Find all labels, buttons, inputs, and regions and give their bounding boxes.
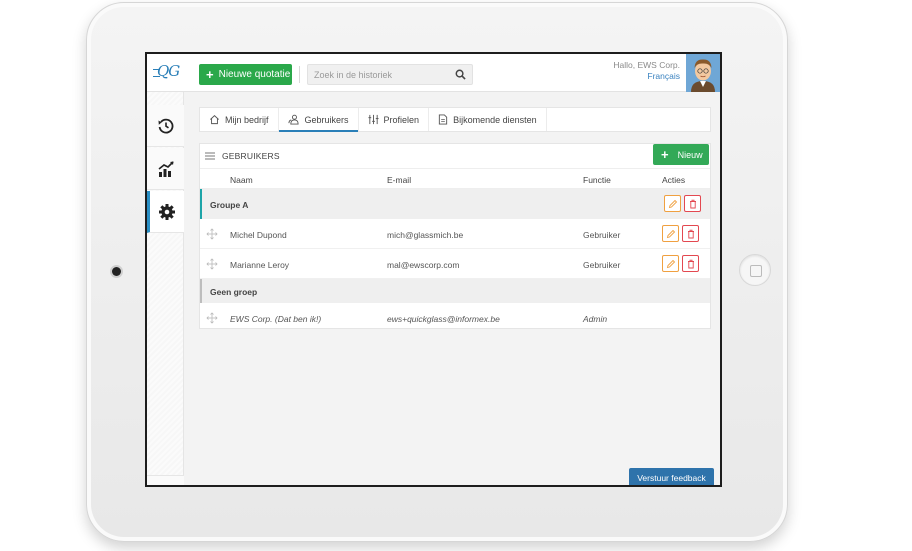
group-row: Geen groep bbox=[200, 279, 710, 303]
plus-icon: + bbox=[206, 67, 214, 82]
avatar-illustration bbox=[686, 54, 720, 92]
sidebar-item-settings[interactable] bbox=[147, 191, 184, 233]
column-header-name: Naam bbox=[230, 175, 253, 185]
tab-label: Gebruikers bbox=[304, 114, 349, 125]
document-icon bbox=[438, 114, 448, 125]
pencil-icon bbox=[668, 199, 677, 208]
new-user-label: Nieuw bbox=[677, 149, 703, 160]
drag-handle-icon[interactable] bbox=[206, 312, 218, 324]
user-name: Marianne Leroy bbox=[230, 260, 290, 270]
logo-text: QG bbox=[157, 62, 180, 80]
app-screen: QG + Nieuwe quotatie Hallo, EWS Corp. Fr… bbox=[145, 52, 722, 487]
user-email: mal@ewscorp.com bbox=[387, 260, 460, 270]
greeting-text: Hallo, EWS Corp. bbox=[613, 60, 680, 70]
tab-label: Bijkomende diensten bbox=[453, 114, 537, 125]
users-icon bbox=[288, 114, 299, 125]
column-header-function: Functie bbox=[583, 175, 611, 185]
trash-icon bbox=[687, 259, 694, 268]
home-button[interactable] bbox=[739, 254, 771, 286]
feedback-button[interactable]: Verstuur feedback bbox=[629, 468, 714, 485]
home-icon bbox=[210, 115, 219, 125]
pencil-icon bbox=[666, 229, 675, 238]
table-header: Naam E-mail Functie Acties bbox=[200, 168, 710, 189]
chart-icon bbox=[158, 160, 174, 177]
pencil-icon bbox=[666, 259, 675, 268]
panel-header: GEBRUIKERS + Nieuw bbox=[200, 144, 710, 168]
trash-icon bbox=[689, 199, 696, 208]
search-input[interactable] bbox=[308, 65, 448, 85]
history-icon bbox=[158, 118, 173, 133]
sliders-icon bbox=[367, 114, 379, 125]
drag-handle-icon[interactable] bbox=[206, 228, 218, 240]
tab-label: Mijn bedrijf bbox=[225, 114, 269, 125]
user-greeting: Hallo, EWS Corp. Français bbox=[613, 60, 680, 82]
new-quote-button[interactable]: + Nieuwe quotatie bbox=[199, 64, 292, 85]
new-user-button[interactable]: + Nieuw bbox=[653, 144, 709, 165]
user-name: EWS Corp. (Dat ben ik!) bbox=[230, 314, 322, 324]
help-icon: ? bbox=[159, 484, 171, 485]
sidebar-item-history[interactable] bbox=[147, 105, 184, 147]
top-bar: QG + Nieuwe quotatie Hallo, EWS Corp. Fr… bbox=[147, 54, 720, 92]
sidebar: ? bbox=[147, 92, 184, 485]
search-box bbox=[307, 64, 473, 85]
trash-icon bbox=[687, 229, 694, 238]
edit-user-button[interactable] bbox=[662, 225, 679, 242]
delete-group-button[interactable] bbox=[684, 195, 701, 212]
table-row[interactable]: Marianne Leroy mal@ewscorp.com Gebruiker bbox=[200, 249, 710, 279]
tab-users[interactable]: Gebruikers bbox=[278, 108, 359, 132]
menu-icon bbox=[205, 152, 215, 160]
tab-label: Profielen bbox=[383, 114, 420, 125]
user-email: mich@glassmich.be bbox=[387, 230, 464, 240]
group-name: Groupe A bbox=[210, 200, 249, 210]
tab-profiles[interactable]: Profielen bbox=[359, 108, 430, 131]
user-function: Gebruiker bbox=[583, 260, 621, 270]
panel-title: GEBRUIKERS bbox=[222, 151, 280, 161]
settings-tabs: Mijn bedrijf Gebruikers Profielen Bijkom… bbox=[199, 107, 711, 132]
column-header-email: E-mail bbox=[387, 175, 412, 185]
column-header-actions: Acties bbox=[662, 175, 686, 185]
delete-user-button[interactable] bbox=[682, 255, 699, 272]
sidebar-item-stats[interactable] bbox=[147, 148, 184, 190]
help-button[interactable]: ? bbox=[147, 475, 184, 485]
app-logo[interactable]: QG bbox=[153, 62, 185, 84]
tab-extra-services[interactable]: Bijkomende diensten bbox=[429, 108, 547, 131]
plus-icon: + bbox=[661, 147, 669, 162]
table-row[interactable]: Michel Dupond mich@glassmich.be Gebruike… bbox=[200, 219, 710, 249]
user-function: Gebruiker bbox=[583, 230, 621, 240]
delete-user-button[interactable] bbox=[682, 225, 699, 242]
group-row: Groupe A bbox=[200, 189, 710, 219]
drag-handle-icon[interactable] bbox=[206, 258, 218, 270]
new-quote-label: Nieuwe quotatie bbox=[218, 69, 291, 80]
avatar[interactable] bbox=[686, 54, 720, 92]
language-link[interactable]: Français bbox=[613, 71, 680, 82]
tab-my-company[interactable]: Mijn bedrijf bbox=[200, 108, 279, 131]
table-row[interactable]: EWS Corp. (Dat ben ik!) ews+quickglass@i… bbox=[200, 303, 710, 333]
camera bbox=[112, 267, 121, 276]
divider bbox=[299, 66, 300, 83]
user-function: Admin bbox=[583, 314, 608, 324]
users-panel: GEBRUIKERS + Nieuw Naam E-mail Functie A… bbox=[199, 143, 711, 329]
user-name: Michel Dupond bbox=[230, 230, 287, 240]
edit-user-button[interactable] bbox=[662, 255, 679, 272]
gear-icon bbox=[159, 203, 175, 220]
search-icon[interactable] bbox=[455, 69, 466, 80]
user-email: ews+quickglass@informex.be bbox=[387, 314, 500, 324]
edit-group-button[interactable] bbox=[664, 195, 681, 212]
group-name: Geen groep bbox=[210, 287, 258, 297]
